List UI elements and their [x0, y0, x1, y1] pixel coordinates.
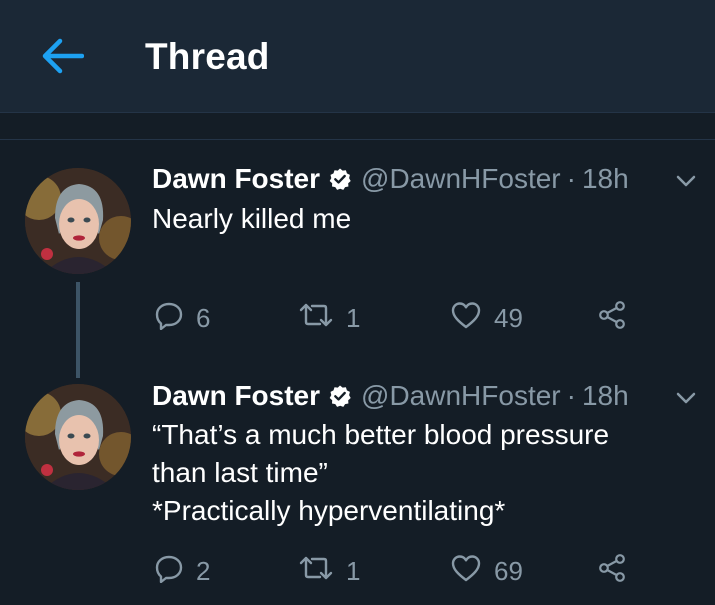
- top-app-bar: Thread: [0, 0, 715, 113]
- like-count: 69: [494, 555, 523, 586]
- like-count: 49: [494, 302, 523, 333]
- avatar[interactable]: [25, 168, 131, 274]
- reply-button[interactable]: 6: [154, 298, 210, 338]
- separator: ·: [566, 380, 576, 411]
- tweet-actions: 2 1 69: [0, 551, 715, 591]
- timestamp[interactable]: 18h: [582, 379, 629, 413]
- display-name[interactable]: Dawn Foster: [152, 379, 320, 413]
- heart-icon: [450, 553, 482, 590]
- page-title: Thread: [145, 36, 270, 77]
- timestamp[interactable]: 18h: [582, 162, 629, 196]
- divider: [0, 139, 715, 140]
- tweet-text-line: *Practically hyperventilating*: [152, 495, 506, 526]
- verified-badge-icon: [328, 167, 352, 191]
- avatar[interactable]: [25, 384, 131, 490]
- handle[interactable]: @DawnHFoster: [361, 162, 561, 196]
- reply-count: 6: [196, 302, 211, 333]
- tweet[interactable]: Dawn Foster @DawnHFoster · 18h “That’s a…: [0, 377, 715, 605]
- retweet-button[interactable]: 1: [298, 298, 360, 338]
- handle[interactable]: @DawnHFoster: [361, 379, 561, 413]
- reply-count: 2: [196, 555, 211, 586]
- tweet-text: Nearly killed me: [152, 200, 351, 238]
- tweet-text-line: Nearly killed me: [152, 203, 352, 234]
- share-icon: [597, 553, 627, 590]
- tweet-header: Dawn Foster @DawnHFoster · 18h: [152, 162, 629, 196]
- share-icon: [597, 300, 627, 337]
- retweet-icon: [298, 300, 334, 337]
- reply-button[interactable]: 2: [154, 551, 210, 591]
- separator: ·: [566, 163, 576, 194]
- tweet-text-line: “That’s a much better blood pressure: [152, 419, 610, 450]
- display-name[interactable]: Dawn Foster: [152, 162, 320, 196]
- retweet-icon: [298, 553, 334, 590]
- share-button[interactable]: [597, 298, 627, 338]
- tweet-text: “That’s a much better blood pressure tha…: [152, 416, 609, 530]
- back-button[interactable]: [38, 34, 86, 82]
- chevron-down-icon[interactable]: [672, 385, 700, 409]
- retweet-count: 1: [346, 302, 361, 333]
- reply-icon: [154, 300, 184, 337]
- arrow-left-icon: [40, 38, 85, 79]
- tweet-text-line: than last time”: [152, 457, 328, 488]
- like-button[interactable]: 69: [450, 551, 523, 591]
- chevron-down-icon[interactable]: [672, 168, 700, 192]
- retweet-button[interactable]: 1: [298, 551, 360, 591]
- tweet-actions: 6 1 49: [0, 298, 715, 338]
- share-button[interactable]: [597, 551, 627, 591]
- like-button[interactable]: 49: [450, 298, 523, 338]
- verified-badge-icon: [328, 384, 352, 408]
- reply-icon: [154, 553, 184, 590]
- retweet-count: 1: [346, 555, 361, 586]
- heart-icon: [450, 300, 482, 337]
- tweet[interactable]: Dawn Foster @DawnHFoster · 18h Nearly ki…: [0, 160, 715, 340]
- tweet-header: Dawn Foster @DawnHFoster · 18h: [152, 379, 629, 413]
